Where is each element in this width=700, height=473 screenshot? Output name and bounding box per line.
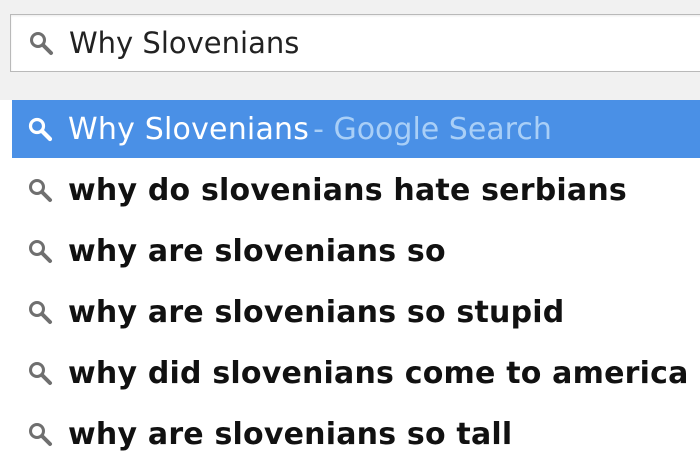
autocomplete-dropdown: Why Slovenians - Google Search why do sl… (0, 100, 700, 473)
omnibox-input[interactable]: Why Slovenians (10, 14, 700, 72)
search-icon (27, 29, 55, 57)
suggestion-item[interactable]: why are slovenians so stupid (12, 282, 700, 342)
suggestion-item[interactable]: why did slovenians come to america (12, 343, 700, 403)
browser-toolbar: Why Slovenians (0, 0, 700, 100)
suggestion-label: why do slovenians hate serbians (68, 172, 627, 208)
suggestion-item[interactable]: why do slovenians hate serbians (12, 160, 700, 220)
search-icon (26, 115, 54, 143)
suggestion-label: Why Slovenians (68, 111, 310, 147)
search-icon (26, 237, 54, 265)
suggestion-item[interactable]: why are slovenians so (12, 221, 700, 281)
suggestion-label: why are slovenians so stupid (68, 294, 565, 330)
suggestion-label: why are slovenians so tall (68, 416, 513, 452)
omnibox-query-text: Why Slovenians (69, 26, 300, 60)
search-icon (26, 420, 54, 448)
suggestion-selected-google-search[interactable]: Why Slovenians - Google Search (12, 100, 700, 158)
suggestion-item[interactable]: why are slovenians so tall (12, 404, 700, 464)
suggestion-label: why did slovenians come to america (68, 355, 689, 391)
search-icon (26, 359, 54, 387)
suggestion-label: why are slovenians so (68, 233, 446, 269)
search-icon (26, 176, 54, 204)
suggestion-suffix: - Google Search (313, 111, 552, 147)
search-icon (26, 298, 54, 326)
